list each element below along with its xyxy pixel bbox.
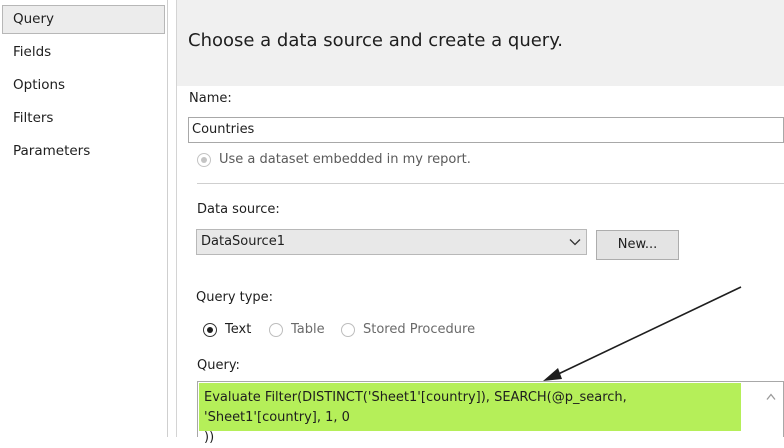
embedded-dataset-label: Use a dataset embedded in my report. (219, 152, 471, 167)
query-type-label: Query type: (196, 290, 274, 305)
new-datasource-button[interactable]: New... (596, 230, 679, 260)
datasource-label: Data source: (197, 202, 280, 217)
sidebar-item-fields[interactable]: Fields (2, 38, 165, 67)
sidebar-item-filters[interactable]: Filters (2, 104, 165, 133)
main-panel: Choose a data source and create a query. (176, 0, 784, 437)
sidebar-item-parameters[interactable]: Parameters (2, 137, 165, 166)
query-type-table-label: Table (291, 322, 325, 337)
datasource-selected-value: DataSource1 (201, 234, 285, 249)
query-type-table-option[interactable]: Table (269, 322, 325, 337)
query-type-text-radio[interactable] (203, 322, 217, 337)
datasource-select[interactable]: DataSource1 (196, 229, 587, 255)
embedded-dataset-option[interactable]: Use a dataset embedded in my report. (197, 152, 471, 167)
query-type-stored-procedure-option[interactable]: Stored Procedure (341, 322, 475, 337)
embedded-dataset-radio[interactable] (197, 152, 211, 167)
query-text[interactable]: Evaluate Filter(DISTINCT('Sheet1'[countr… (204, 388, 732, 448)
scroll-up-icon[interactable] (766, 393, 776, 401)
sidebar-item-options[interactable]: Options (2, 71, 165, 100)
section-divider (197, 183, 784, 184)
query-type-stored-procedure-label: Stored Procedure (363, 322, 476, 337)
query-type-text-label: Text (225, 322, 252, 337)
query-editor[interactable]: Evaluate Filter(DISTINCT('Sheet1'[countr… (197, 381, 784, 445)
query-label: Query: (197, 358, 240, 373)
query-type-text-option[interactable]: Text (203, 322, 251, 337)
query-type-stored-procedure-radio[interactable] (341, 322, 355, 337)
sidebar-nav: Query Fields Options Filters Parameters (0, 0, 168, 437)
sidebar-item-query[interactable]: Query (2, 5, 165, 34)
query-type-table-radio[interactable] (269, 322, 283, 337)
page-header: Choose a data source and create a query. (177, 0, 784, 86)
name-label: Name: (189, 91, 232, 106)
chevron-down-icon (569, 239, 581, 246)
name-input[interactable]: Countries (188, 117, 784, 143)
page-title: Choose a data source and create a query. (188, 30, 564, 51)
